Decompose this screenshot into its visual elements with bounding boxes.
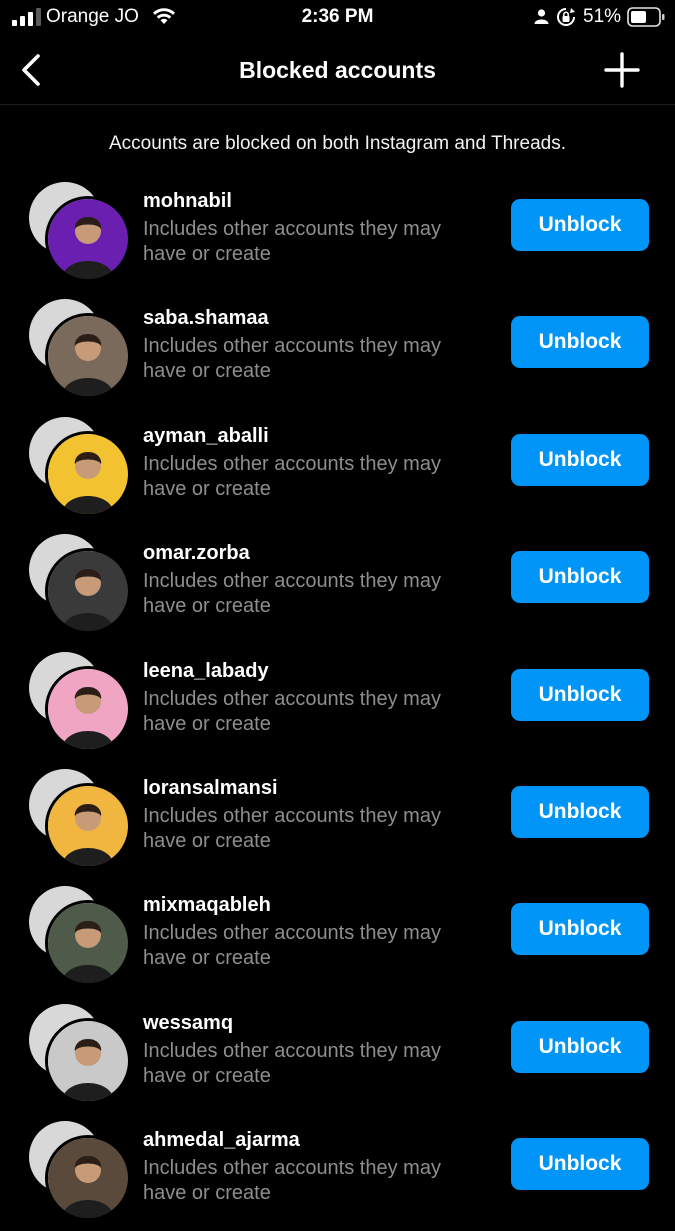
username[interactable]: mohnabil bbox=[143, 188, 493, 214]
avatar[interactable] bbox=[45, 782, 131, 869]
account-description: Includes other accounts they may have or… bbox=[143, 218, 441, 265]
account-row: ahmedal_ajarma Includes other accounts t… bbox=[0, 1113, 675, 1230]
username[interactable]: omar.zorba bbox=[143, 540, 493, 566]
avatar-stack[interactable] bbox=[29, 886, 131, 987]
avatar-stack[interactable] bbox=[29, 416, 131, 517]
account-description: Includes other accounts they may have or… bbox=[143, 804, 441, 852]
avatar-stack[interactable] bbox=[29, 534, 131, 635]
account-row: loransalmansi Includes other accounts th… bbox=[0, 761, 675, 878]
unblock-button[interactable]: Unblock bbox=[511, 316, 649, 369]
blocked-notice: Accounts are blocked on both Instagram a… bbox=[109, 133, 566, 154]
account-row: leena_labady Includes other accounts the… bbox=[0, 644, 675, 761]
blocked-accounts-list: mohnabil Includes other accounts they ma… bbox=[0, 174, 675, 1231]
unblock-button[interactable]: Unblock bbox=[511, 785, 649, 838]
avatar[interactable] bbox=[45, 900, 131, 987]
avatar[interactable] bbox=[45, 548, 131, 635]
rotation-lock-icon bbox=[557, 8, 575, 26]
unblock-button[interactable]: Unblock bbox=[511, 199, 649, 251]
avatar[interactable] bbox=[45, 1135, 131, 1222]
account-row: mohnabil Includes other accounts they ma… bbox=[0, 174, 675, 291]
avatar[interactable] bbox=[45, 665, 131, 752]
avatar[interactable] bbox=[45, 1017, 131, 1104]
avatar[interactable] bbox=[45, 313, 131, 400]
avatar-stack[interactable] bbox=[29, 299, 131, 400]
username[interactable]: ayman_aballi bbox=[143, 423, 493, 449]
account-row: ayman_aballi Includes other accounts the… bbox=[0, 409, 675, 526]
avatar-stack[interactable] bbox=[29, 182, 131, 282]
account-description: Includes other accounts they may have or… bbox=[143, 570, 441, 618]
battery-percentage: 51% bbox=[583, 6, 622, 27]
page-title: Blocked accounts bbox=[239, 57, 436, 83]
unblock-button[interactable]: Unblock bbox=[511, 1020, 649, 1073]
account-description: Includes other accounts they may have or… bbox=[143, 1039, 441, 1087]
unblock-button[interactable]: Unblock bbox=[511, 1138, 649, 1191]
username[interactable]: saba.shamaa bbox=[143, 305, 493, 331]
battery-icon bbox=[627, 7, 665, 27]
unblock-button[interactable]: Unblock bbox=[511, 433, 649, 486]
avatar-stack[interactable] bbox=[29, 768, 131, 869]
plus-icon[interactable] bbox=[602, 50, 642, 90]
account-description: Includes other accounts they may have or… bbox=[143, 1157, 441, 1205]
username[interactable]: leena_labady bbox=[143, 658, 493, 684]
account-row: saba.shamaa Includes other accounts they… bbox=[0, 291, 675, 408]
avatar-stack[interactable] bbox=[29, 1121, 131, 1222]
nav-bar: Blocked accounts bbox=[0, 36, 675, 105]
avatar-stack[interactable] bbox=[29, 651, 131, 752]
unblock-button[interactable]: Unblock bbox=[511, 903, 649, 956]
avatar[interactable] bbox=[45, 430, 131, 517]
unblock-button[interactable]: Unblock bbox=[511, 668, 649, 721]
account-row: mixmaqableh Includes other accounts they… bbox=[0, 878, 675, 995]
avatar-stack[interactable] bbox=[29, 1003, 131, 1104]
account-description: Includes other accounts they may have or… bbox=[143, 452, 441, 500]
username[interactable]: wessamq bbox=[143, 1010, 493, 1036]
account-description: Includes other accounts they may have or… bbox=[143, 922, 441, 970]
username[interactable]: ahmedal_ajarma bbox=[143, 1127, 493, 1153]
person-icon bbox=[534, 9, 549, 24]
account-row: wessamq Includes other accounts they may… bbox=[0, 996, 675, 1113]
account-row: omar.zorba Includes other accounts they … bbox=[0, 526, 675, 643]
username[interactable]: mixmaqableh bbox=[143, 892, 493, 918]
status-bar: Orange JO 2:36 PM 51% bbox=[0, 0, 675, 36]
account-description: Includes other accounts they may have or… bbox=[143, 335, 441, 383]
username[interactable]: loransalmansi bbox=[143, 775, 493, 801]
avatar[interactable] bbox=[45, 196, 131, 282]
account-description: Includes other accounts they may have or… bbox=[143, 687, 441, 735]
unblock-button[interactable]: Unblock bbox=[511, 551, 649, 604]
